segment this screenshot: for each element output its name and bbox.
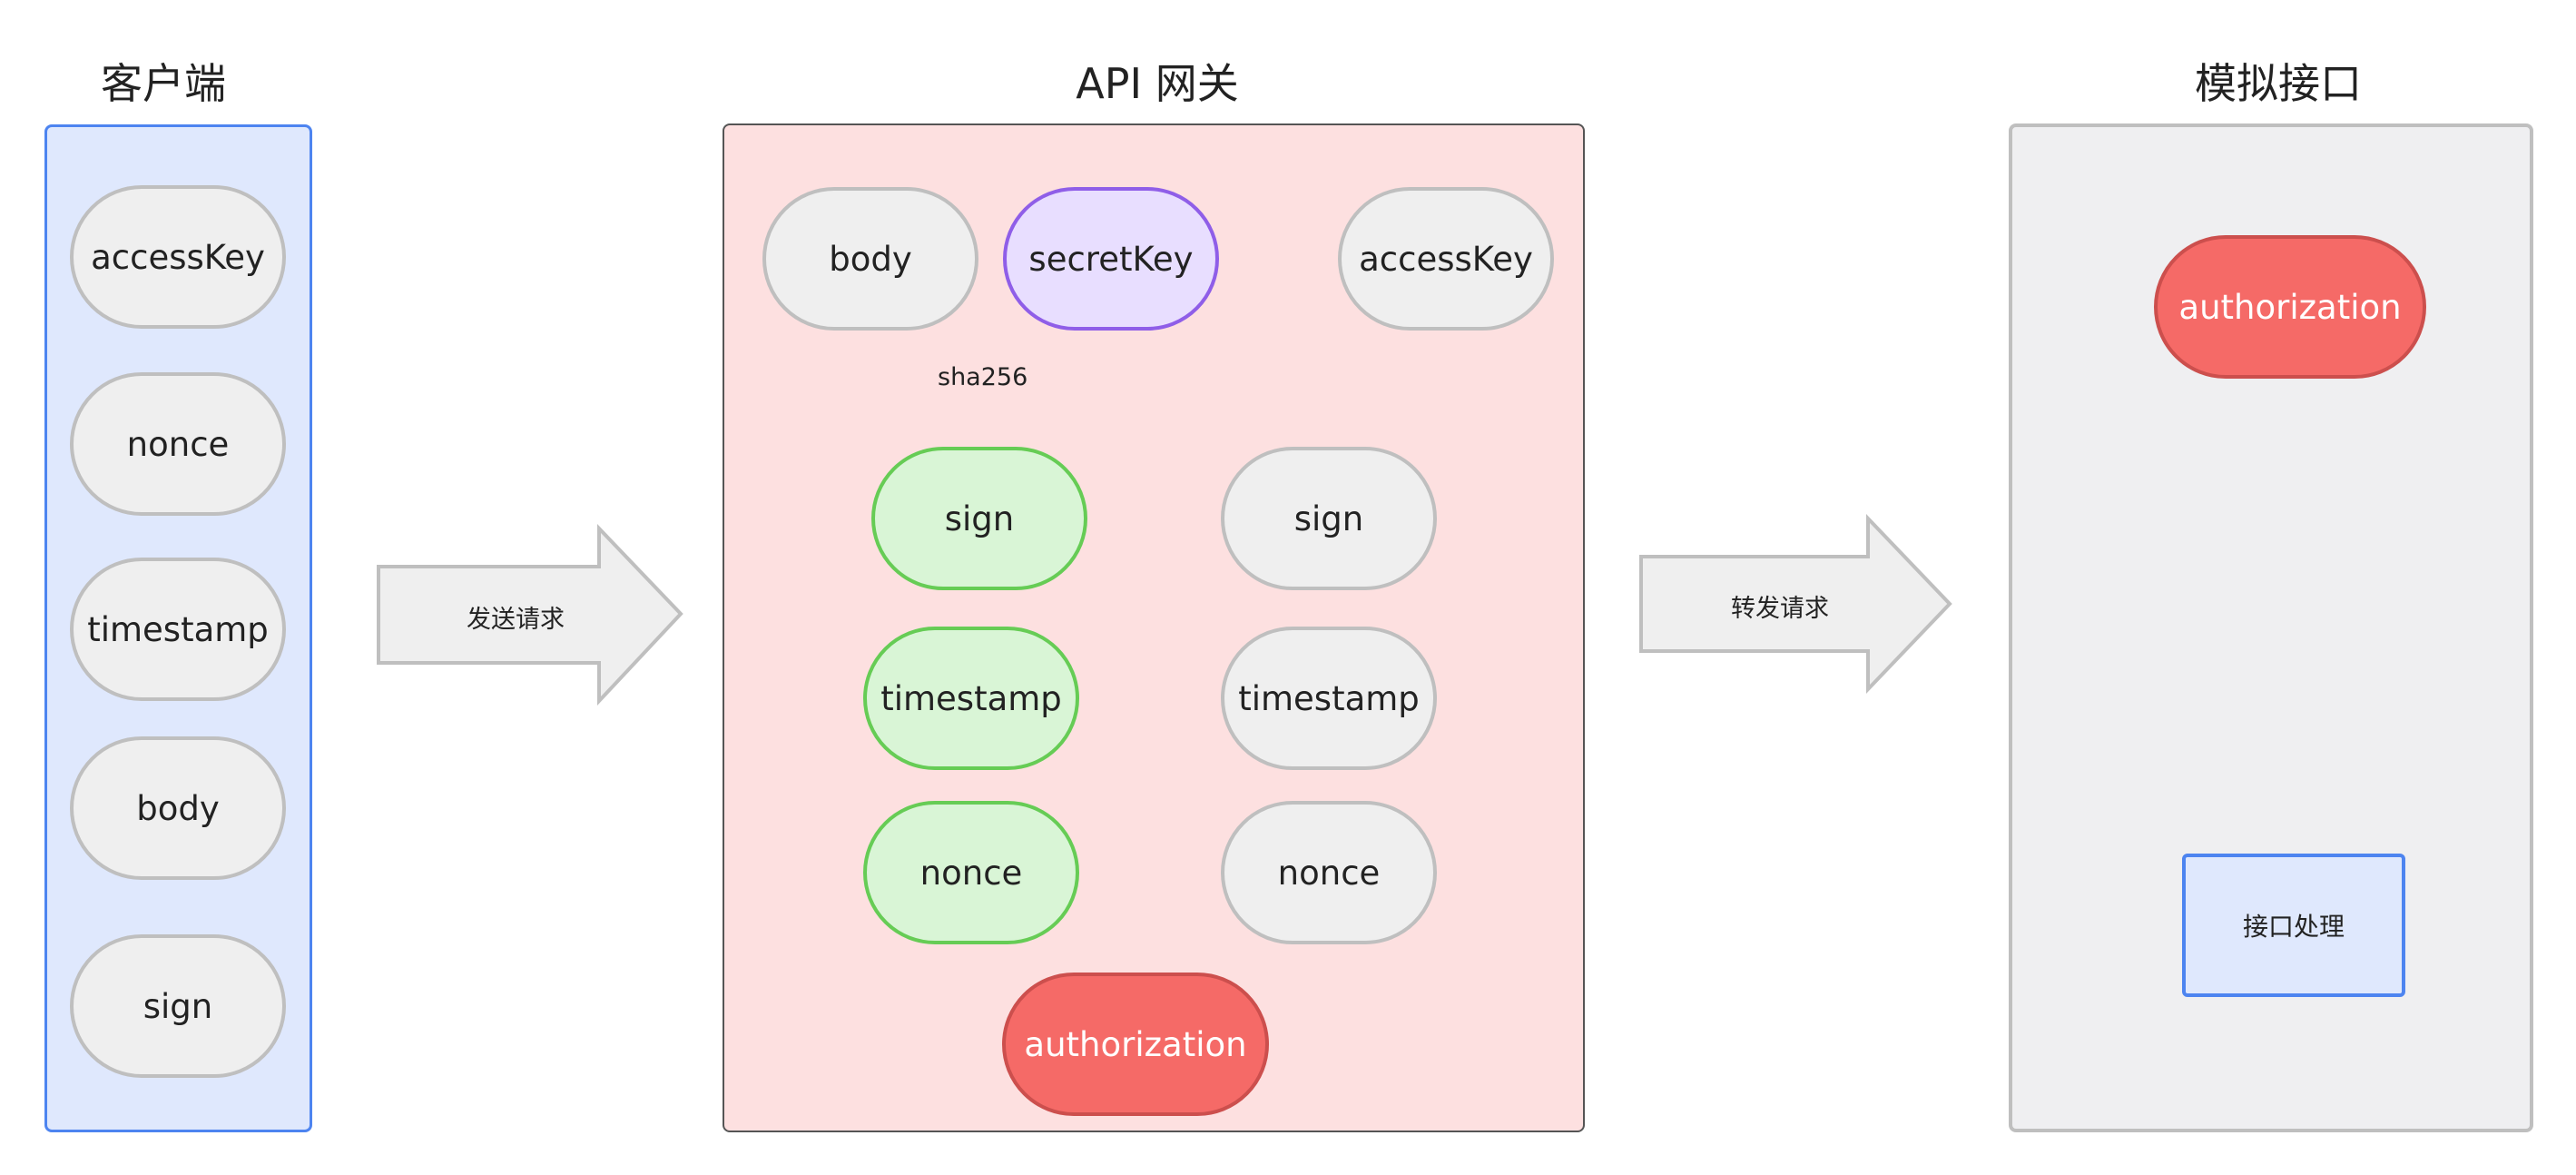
gateway-sign-computed-node: sign — [871, 447, 1087, 590]
gateway-nonce-check-node: nonce — [863, 801, 1079, 944]
client-nonce-node: nonce — [70, 372, 286, 516]
client-title: 客户端 — [101, 59, 226, 108]
gateway-nonce-received-node: nonce — [1221, 801, 1437, 944]
sha256-label: sha256 — [938, 363, 1028, 391]
gateway-timestamp-received-node: timestamp — [1221, 627, 1437, 770]
client-accesskey-node: accessKey — [70, 185, 286, 329]
gateway-body-node: body — [762, 187, 978, 331]
send-request-label: 发送请求 — [467, 606, 565, 634]
client-body-node: body — [70, 736, 286, 880]
client-sign-node: sign — [70, 934, 286, 1078]
gateway-timestamp-check-node: timestamp — [863, 627, 1079, 770]
gateway-sign-received-node: sign — [1221, 447, 1437, 590]
mock-handler-node: 接口处理 — [2182, 854, 2405, 997]
mock-title: 模拟接口 — [2195, 59, 2362, 108]
mock-authorization-node: authorization — [2154, 235, 2426, 379]
gateway-accesskey-node: accessKey — [1338, 187, 1554, 331]
gateway-authorization-node: authorization — [1002, 973, 1269, 1116]
gateway-title: API 网关 — [1076, 59, 1239, 108]
gateway-secretkey-node: secretKey — [1003, 187, 1219, 331]
client-timestamp-node: timestamp — [70, 558, 286, 701]
diagram-canvas: 客户端 API 网关 模拟接口 accessKey nonce timestam… — [0, 0, 2576, 1175]
forward-request-label: 转发请求 — [1731, 595, 1829, 623]
